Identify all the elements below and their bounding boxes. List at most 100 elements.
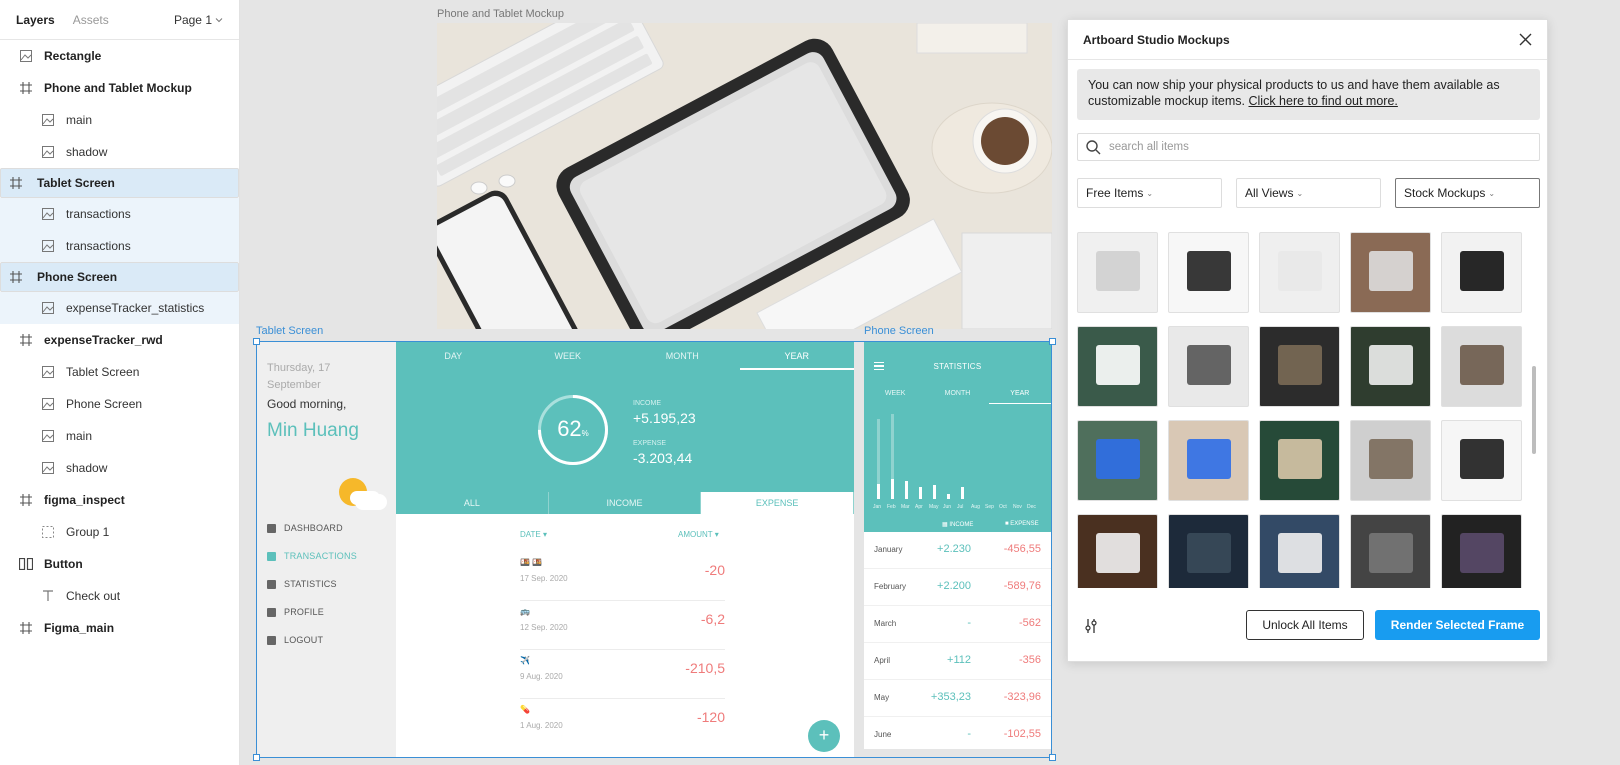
filter-income[interactable]: INCOME [549, 492, 702, 514]
mockup-thumbnail[interactable] [1259, 232, 1340, 313]
amount-sort-header[interactable]: AMOUNT ▾ [678, 530, 719, 539]
transaction-row[interactable]: 🍱 🍱 17 Sep. 2020 -20 [520, 552, 725, 601]
chart-month-label: Jan [873, 504, 882, 510]
food-icon: 🍱 🍱 [520, 558, 543, 567]
nav-logout[interactable]: LOGOUT [267, 635, 323, 645]
dialog-title: Artboard Studio Mockups [1083, 32, 1230, 47]
legend-expense: ■ EXPENSE [1005, 521, 1039, 527]
monthly-row[interactable]: April +112 -356 [864, 643, 1051, 680]
tablet-sidebar: Thursday, 17 September Good morning, Min… [257, 342, 396, 758]
nav-label: STATISTICS [284, 579, 337, 589]
row-month: May [874, 693, 890, 702]
search-input[interactable] [1109, 141, 1539, 153]
mockup-thumbnail[interactable] [1077, 232, 1158, 313]
row-month: January [874, 545, 903, 554]
monthly-row[interactable]: March - -562 [864, 606, 1051, 643]
scrollbar-thumb[interactable] [1532, 366, 1536, 454]
mockup-thumbnail[interactable] [1168, 514, 1249, 588]
monthly-row[interactable]: May +353,23 -323,96 [864, 680, 1051, 717]
chevron-down-icon: ⌄ [1146, 188, 1154, 198]
tab-day[interactable]: DAY [396, 342, 511, 370]
tablet-frame-label[interactable]: Tablet Screen [256, 325, 323, 337]
mockup-thumbnail[interactable] [1077, 514, 1158, 588]
row-month: June [874, 730, 892, 739]
row-income: +2.200 [937, 580, 971, 592]
tab-year[interactable]: YEAR [988, 384, 1051, 404]
price-filter-select[interactable]: Free Items ⌄ [1077, 178, 1222, 208]
mockup-thumbnail[interactable] [1441, 232, 1522, 313]
tab-week[interactable]: WEEK [511, 342, 626, 370]
filter-expense[interactable]: EXPENSE [701, 492, 854, 514]
nav-profile[interactable]: PROFILE [267, 607, 324, 617]
mockup-thumbnail[interactable] [1259, 326, 1340, 407]
chart-month-label: Oct [999, 504, 1007, 510]
mockup-thumbnail-grid [1077, 232, 1527, 588]
grid-scrollbar[interactable] [1529, 231, 1539, 589]
mockup-thumbnail[interactable] [1350, 420, 1431, 501]
transaction-row[interactable]: 🚌 12 Sep. 2020 -6,2 [520, 601, 725, 650]
chart-month-label: Sep [985, 504, 994, 510]
thumbnail-preview [1187, 345, 1231, 385]
mockup-thumbnail[interactable] [1259, 420, 1340, 501]
category-filter-select[interactable]: Stock Mockups ⌄ [1395, 178, 1540, 208]
thumbnail-preview [1096, 251, 1140, 291]
resize-handle-bottom-right[interactable] [1049, 754, 1056, 761]
adjustments-icon[interactable] [1084, 618, 1098, 634]
tab-month[interactable]: MONTH [926, 384, 988, 404]
tab-week[interactable]: WEEK [864, 384, 926, 404]
monthly-row[interactable]: February +2.200 -589,76 [864, 569, 1051, 606]
thumbnail-preview [1096, 533, 1140, 573]
thumbnail-preview [1369, 533, 1413, 573]
mockup-frame-label[interactable]: Phone and Tablet Mockup [437, 8, 564, 20]
chart-month-label: Apr [915, 504, 923, 510]
mockup-thumbnail[interactable] [1259, 514, 1340, 588]
mockup-thumbnail[interactable] [1077, 326, 1158, 407]
mockup-thumbnail[interactable] [1350, 514, 1431, 588]
phone-tablet-mockup-image[interactable] [437, 23, 1052, 329]
mockup-thumbnail[interactable] [1441, 420, 1522, 501]
statistics-icon [267, 579, 276, 589]
chart-bar [877, 484, 880, 499]
chart-bar [919, 487, 922, 499]
nav-statistics[interactable]: STATISTICS [267, 579, 337, 589]
resize-handle-top-left[interactable] [253, 338, 260, 345]
mockup-thumbnail[interactable] [1168, 420, 1249, 501]
views-filter-select[interactable]: All Views ⌄ [1236, 178, 1381, 208]
mockup-thumbnail[interactable] [1168, 232, 1249, 313]
transaction-date: 9 Aug. 2020 [520, 672, 563, 681]
transaction-row[interactable]: 💊 1 Aug. 2020 -120 [520, 699, 725, 748]
phone-screen[interactable]: STATISTICS WEEK MONTH YEAR Jan Feb Mar Apr M… [864, 342, 1051, 749]
mockup-thumbnail[interactable] [1350, 326, 1431, 407]
transaction-row[interactable]: ✈️ 9 Aug. 2020 -210,5 [520, 650, 725, 699]
tab-year[interactable]: YEAR [739, 342, 854, 370]
chart-bar [961, 487, 964, 499]
mockup-thumbnail[interactable] [1168, 326, 1249, 407]
phone-frame-label[interactable]: Phone Screen [864, 325, 934, 337]
notice-link[interactable]: Click here to find out more. [1249, 94, 1398, 108]
resize-handle-top-right[interactable] [1049, 338, 1056, 345]
views-filter-value: All Views [1245, 186, 1294, 200]
thumbnail-preview [1187, 533, 1231, 573]
unlock-all-items-button[interactable]: Unlock All Items [1246, 610, 1364, 640]
tablet-screen[interactable]: Thursday, 17 September Good morning, Min… [257, 342, 854, 758]
monthly-row[interactable]: June - -102,55 [864, 717, 1051, 749]
mockup-thumbnail[interactable] [1441, 514, 1522, 588]
monthly-row[interactable]: January +2.230 -456,55 [864, 532, 1051, 569]
transaction-amount: -6,2 [700, 611, 725, 627]
nav-transactions[interactable]: TRANSACTIONS [267, 551, 357, 561]
mockup-thumbnail[interactable] [1441, 326, 1522, 407]
nav-dashboard[interactable]: DASHBOARD [267, 523, 343, 533]
row-month: April [874, 656, 891, 665]
resize-handle-bottom-left[interactable] [253, 754, 260, 761]
mockup-thumbnail[interactable] [1350, 232, 1431, 313]
mockup-thumbnail[interactable] [1077, 420, 1158, 501]
transaction-amount: -120 [696, 709, 725, 725]
filter-all[interactable]: ALL [396, 492, 549, 514]
thumbnail-preview [1460, 533, 1504, 573]
add-transaction-button[interactable]: + [808, 720, 840, 752]
tab-month[interactable]: MONTH [625, 342, 740, 370]
row-expense: -102,55 [1003, 728, 1041, 740]
close-icon[interactable] [1519, 33, 1532, 46]
date-sort-header[interactable]: DATE ▾ [520, 530, 547, 539]
render-selected-frame-button[interactable]: Render Selected Frame [1375, 610, 1540, 640]
